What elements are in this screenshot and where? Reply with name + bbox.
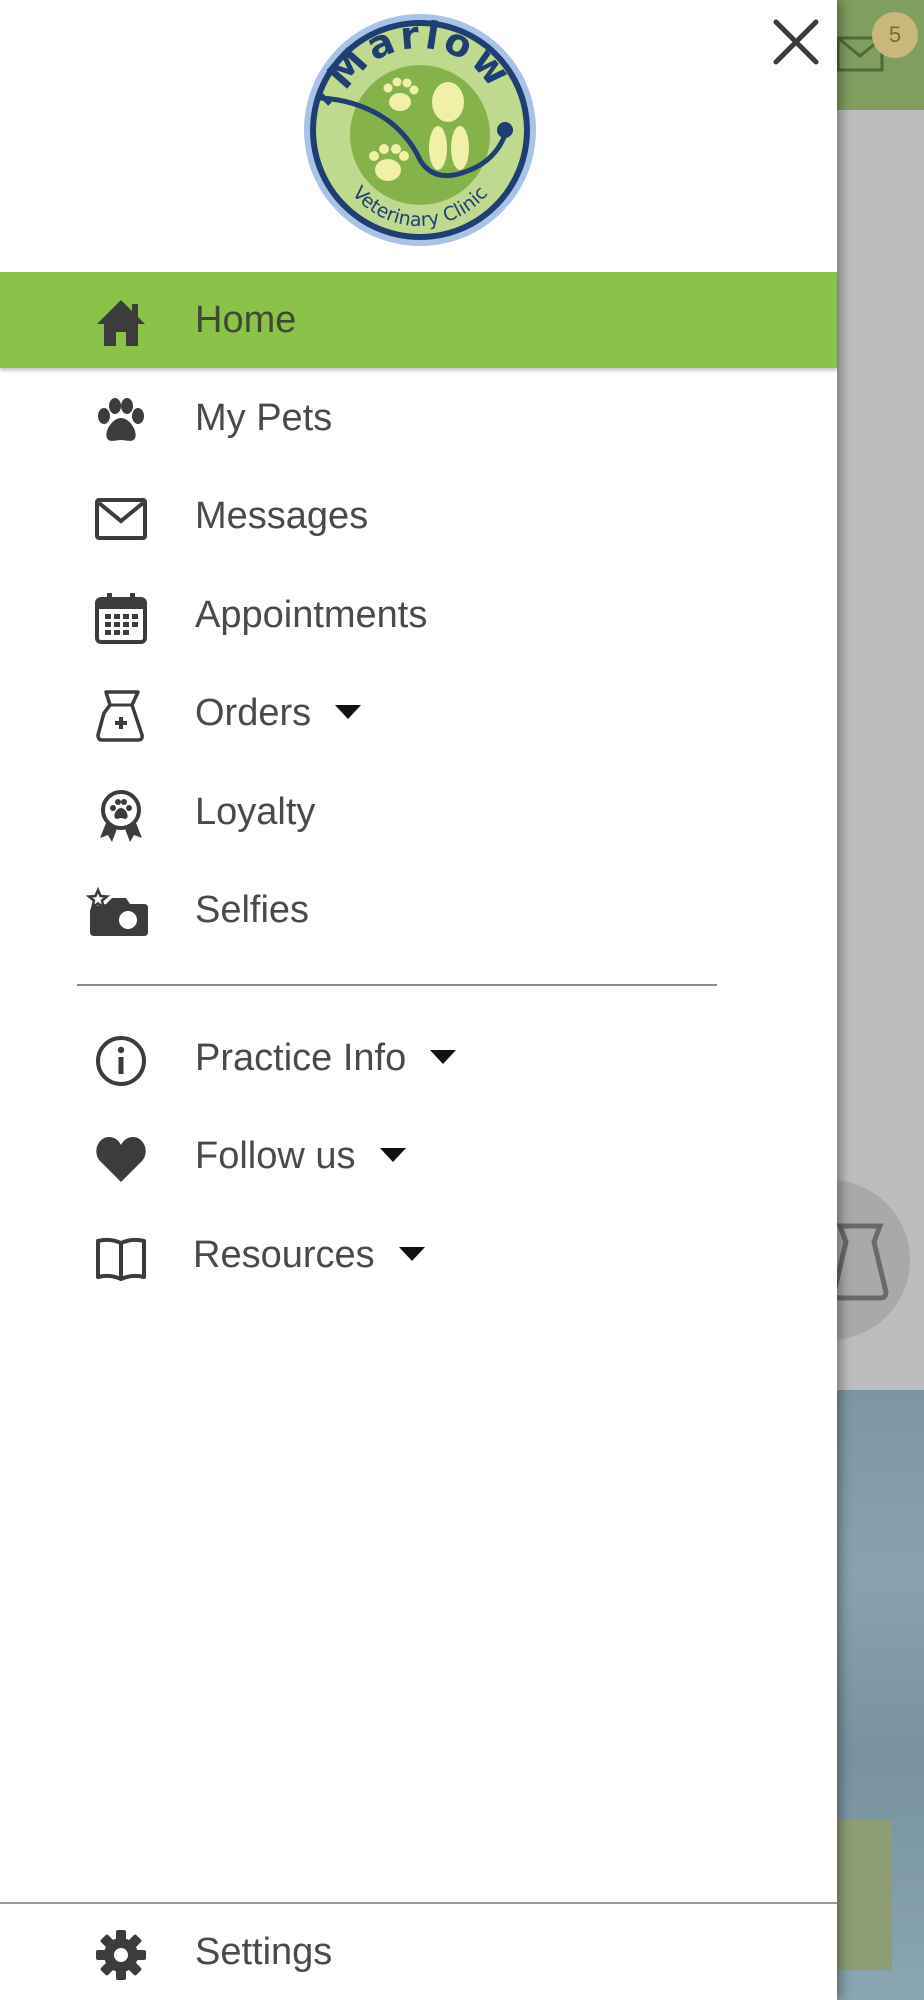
nav-item-label: Practice Info	[195, 1010, 457, 1106]
background-notification-badge: 5	[872, 12, 918, 58]
nav-item-label: Appointments	[195, 594, 428, 636]
orders-label-text: Orders	[195, 692, 312, 734]
nav-item-follow-us[interactable]: Follow us	[0, 1108, 837, 1204]
resources-label-text: Resources	[193, 1234, 375, 1276]
nav-item-messages[interactable]: Messages	[0, 468, 837, 564]
chevron-down-icon	[379, 1147, 406, 1162]
nav-item-orders[interactable]: Orders	[0, 665, 837, 761]
settings-label: Settings	[195, 1931, 333, 1973]
nav-item-loyalty[interactable]: Loyalty	[0, 764, 837, 860]
nav-item-label: Loyalty	[195, 791, 316, 833]
nav-item-label: Home	[195, 299, 297, 341]
heart-icon	[94, 1132, 148, 1186]
close-icon[interactable]	[770, 16, 822, 68]
nav-item-label: Orders	[195, 665, 362, 761]
paw-icon	[94, 394, 148, 448]
info-icon	[94, 1034, 148, 1088]
nav-item-label: My Pets	[195, 397, 333, 439]
nav-item-home[interactable]: Home	[0, 272, 837, 368]
practice-info-label-text: Practice Info	[195, 1037, 407, 1079]
nav-item-selfies[interactable]: Selfies	[0, 862, 837, 958]
nav-item-label: Messages	[195, 495, 369, 537]
nav-item-settings[interactable]: Settings	[0, 1904, 837, 2000]
follow-us-label-text: Follow us	[195, 1135, 356, 1177]
chevron-down-icon	[398, 1246, 425, 1261]
nav-item-label: Selfies	[195, 889, 310, 931]
nav-item-label: Follow us	[195, 1108, 406, 1204]
nav-item-my-pets[interactable]: My Pets	[0, 370, 837, 466]
chevron-down-icon	[335, 704, 362, 719]
chevron-down-icon	[430, 1049, 457, 1064]
calendar-icon	[94, 591, 148, 645]
award-ribbon-icon	[94, 788, 148, 842]
medicine-bag-icon	[94, 689, 148, 743]
home-icon	[94, 296, 148, 350]
camera-icon	[86, 886, 152, 940]
nav-item-label: Resources	[193, 1207, 425, 1303]
book-icon	[94, 1231, 148, 1285]
clinic-logo: Marlow Veterinary Clinic	[304, 12, 536, 246]
nav-item-practice-info[interactable]: Practice Info	[0, 1010, 837, 1106]
envelope-icon	[94, 492, 148, 546]
section-divider	[77, 984, 717, 986]
navigation-drawer: Marlow Veterinary Clinic Home My Pets Me…	[0, 0, 837, 2000]
nav-item-appointments[interactable]: Appointments	[0, 567, 837, 663]
gear-icon	[94, 1928, 148, 1982]
background-medicine-bag-icon	[831, 1223, 889, 1301]
nav-item-resources[interactable]: Resources	[0, 1207, 837, 1303]
